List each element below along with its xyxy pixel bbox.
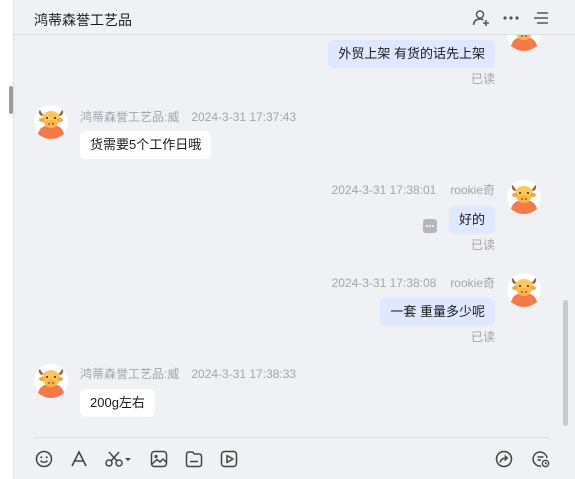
left-panel-scrollbar[interactable] [9, 86, 13, 114]
message-bubble-self[interactable]: 外贸上架 有货的话先上架 [328, 40, 495, 68]
read-status: 已读 [470, 330, 495, 344]
read-status: 已读 [470, 238, 495, 252]
message-bubble-self[interactable]: 一套 重量多少呢 [380, 298, 495, 326]
chat-title: 鸿蒂森誉工艺品 [34, 12, 132, 28]
left-panel-edge [0, 0, 14, 479]
avatar[interactable] [507, 35, 541, 51]
input-toolbar [14, 438, 575, 479]
sender-name: 鸿蒂森誉工艺品:威 [80, 367, 180, 381]
message-time: 2024-3-31 17:37:43 [191, 110, 297, 124]
sender-name: rookie奇 [450, 276, 495, 290]
message-bubble-other[interactable]: 200g左右 [80, 389, 155, 417]
message-list[interactable]: 外贸上架 有货的话先上架 已读 鸿蒂森誉工艺品:威 2024-3-31 17:37… [14, 35, 561, 437]
message-bubble-other[interactable]: 货需要5个工作日哦 [80, 131, 212, 159]
avatar[interactable] [34, 105, 68, 139]
scissors-icon[interactable] [104, 449, 134, 469]
message-more-icon[interactable] [423, 219, 437, 233]
chat-header: 鸿蒂森誉工艺品 [14, 0, 575, 35]
folder-icon[interactable] [184, 449, 204, 469]
message-meta: 2024-3-31 17:38:08 rookie奇 [332, 274, 495, 291]
emoji-icon[interactable] [34, 449, 54, 469]
video-icon[interactable] [219, 449, 239, 469]
message-meta: 2024-3-31 17:38:01 rookie奇 [332, 181, 495, 198]
message-meta: 鸿蒂森誉工艺品:威 2024-3-31 17:38:33 [80, 365, 296, 382]
avatar[interactable] [34, 364, 68, 398]
sender-name: 鸿蒂森誉工艺品:威 [80, 110, 180, 124]
history-icon[interactable] [531, 449, 551, 469]
message-bubble-self[interactable]: 好的 [448, 206, 495, 234]
read-status: 已读 [470, 72, 495, 86]
image-icon[interactable] [149, 449, 169, 469]
add-user-icon[interactable] [471, 8, 491, 28]
sender-name: rookie奇 [450, 183, 495, 197]
message-time: 2024-3-31 17:38:08 [331, 276, 437, 290]
font-icon[interactable] [69, 449, 89, 469]
more-icon[interactable] [501, 8, 521, 28]
menu-list-icon[interactable] [531, 8, 551, 28]
forward-icon[interactable] [494, 449, 514, 469]
message-time: 2024-3-31 17:38:01 [331, 183, 437, 197]
chat-scrollbar[interactable] [563, 300, 568, 426]
avatar[interactable] [507, 180, 541, 214]
avatar[interactable] [507, 273, 541, 307]
message-time: 2024-3-31 17:38:33 [191, 367, 297, 381]
message-meta: 鸿蒂森誉工艺品:威 2024-3-31 17:37:43 [80, 108, 296, 125]
